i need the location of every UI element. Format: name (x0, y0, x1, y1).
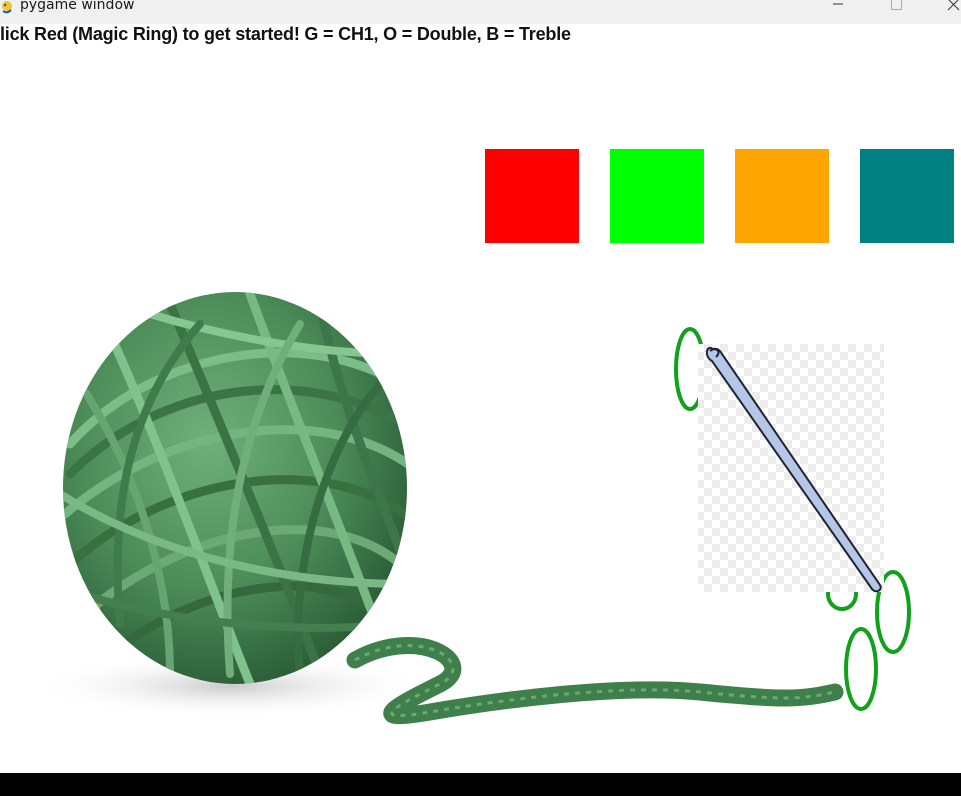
minimize-icon (833, 3, 843, 5)
minimize-button[interactable] (818, 0, 858, 16)
crochet-scene (30, 292, 911, 725)
game-canvas[interactable]: lick Red (Magic Ring) to get started! G … (0, 24, 961, 773)
close-icon (947, 0, 960, 11)
maximize-button[interactable] (876, 0, 916, 16)
taskbar-strip (0, 773, 961, 796)
pygame-snake-icon (2, 1, 12, 14)
crochet-hook-image (698, 344, 884, 593)
title-bar: pygame window (0, 0, 961, 24)
maximize-icon (891, 0, 902, 10)
close-button[interactable] (934, 0, 961, 16)
window-title: pygame window (20, 0, 135, 13)
